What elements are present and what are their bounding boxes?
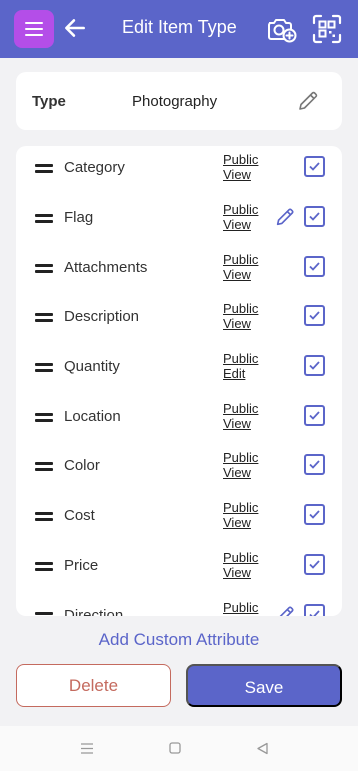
save-button[interactable]: Save	[186, 664, 342, 707]
type-card: Type Photography	[16, 72, 342, 130]
attribute-name: Direction	[64, 607, 124, 616]
list-item: Description Public View	[16, 297, 342, 347]
drag-handle-icon[interactable]	[35, 264, 53, 273]
attribute-name: Category	[64, 159, 125, 176]
drag-handle-icon[interactable]	[35, 164, 53, 173]
arrow-left-icon[interactable]	[62, 15, 88, 41]
delete-button[interactable]: Delete	[16, 664, 171, 707]
check-icon	[309, 361, 320, 370]
check-icon	[309, 162, 320, 171]
drag-handle-icon[interactable]	[35, 313, 53, 322]
qr-scan-icon[interactable]	[311, 13, 343, 45]
attribute-list: Category Public View Flag Public View Atta…	[16, 146, 342, 616]
checkbox[interactable]	[304, 156, 325, 177]
list-item: Location Public View	[16, 397, 342, 447]
back-triangle-icon[interactable]	[256, 742, 269, 755]
app-bar: Edit Item Type	[0, 0, 358, 58]
drag-handle-icon[interactable]	[35, 562, 53, 571]
checkbox[interactable]	[304, 604, 325, 616]
check-icon	[309, 411, 320, 420]
visibility-link[interactable]: Public	[223, 600, 258, 615]
attribute-name: Location	[64, 408, 121, 425]
checkbox[interactable]	[304, 256, 325, 277]
visibility-link[interactable]: Public View	[223, 550, 258, 580]
drag-handle-icon[interactable]	[35, 413, 53, 422]
attribute-name: Attachments	[64, 259, 148, 276]
attribute-name: Description	[64, 308, 140, 325]
list-item: Flag Public View	[16, 198, 342, 248]
attribute-name: Price	[64, 557, 99, 574]
list-item: Direction Public	[16, 596, 342, 616]
drag-handle-icon[interactable]	[35, 214, 53, 223]
list-item: Category Public View	[16, 148, 342, 198]
checkbox[interactable]	[304, 504, 325, 525]
pencil-icon[interactable]	[274, 604, 296, 616]
checkbox[interactable]	[304, 554, 325, 575]
checkbox[interactable]	[304, 355, 325, 376]
checkbox[interactable]	[304, 206, 325, 227]
visibility-link[interactable]: Public View	[223, 301, 258, 331]
type-value: Photography	[132, 93, 218, 110]
attribute-name: Quantity	[64, 358, 120, 375]
checkbox[interactable]	[304, 305, 325, 326]
pencil-icon[interactable]	[274, 206, 296, 228]
home-square-icon[interactable]	[169, 742, 181, 754]
visibility-link[interactable]: Public View	[223, 500, 258, 530]
check-icon	[309, 510, 320, 519]
list-item: Quantity Public Edit	[16, 347, 342, 397]
type-label: Type	[32, 93, 66, 110]
visibility-link[interactable]: Public View	[223, 450, 258, 480]
drag-handle-icon[interactable]	[35, 512, 53, 521]
check-icon	[309, 610, 320, 616]
visibility-link[interactable]: Public View	[223, 252, 258, 282]
list-item: Cost Public View	[16, 496, 342, 546]
list-item: Attachments Public View	[16, 248, 342, 298]
camera-add-icon[interactable]	[265, 13, 297, 45]
checkbox[interactable]	[304, 454, 325, 475]
page-title: Edit Item Type	[122, 17, 237, 37]
visibility-link[interactable]: Public View	[223, 202, 258, 232]
attribute-name: Cost	[64, 507, 95, 524]
visibility-link[interactable]: Public View	[223, 152, 258, 182]
drag-handle-icon[interactable]	[35, 363, 53, 372]
pencil-icon[interactable]	[296, 89, 320, 113]
list-item: Price Public View	[16, 546, 342, 596]
drag-handle-icon[interactable]	[35, 612, 53, 616]
checkbox[interactable]	[304, 405, 325, 426]
drag-handle-icon[interactable]	[35, 462, 53, 471]
system-nav-bar	[0, 726, 358, 771]
hamburger-menu-icon[interactable]	[14, 10, 54, 48]
check-icon	[309, 212, 320, 221]
add-custom-attribute-link[interactable]: Add Custom Attribute	[0, 630, 358, 650]
list-item: Color Public View	[16, 446, 342, 496]
recents-icon[interactable]	[80, 743, 94, 754]
visibility-link[interactable]: Public View	[223, 401, 258, 431]
visibility-link[interactable]: Public Edit	[223, 351, 258, 381]
check-icon	[309, 311, 320, 320]
check-icon	[309, 460, 320, 469]
attribute-name: Flag	[64, 209, 94, 226]
check-icon	[309, 262, 320, 271]
attribute-name: Color	[64, 457, 100, 474]
check-icon	[309, 560, 320, 569]
